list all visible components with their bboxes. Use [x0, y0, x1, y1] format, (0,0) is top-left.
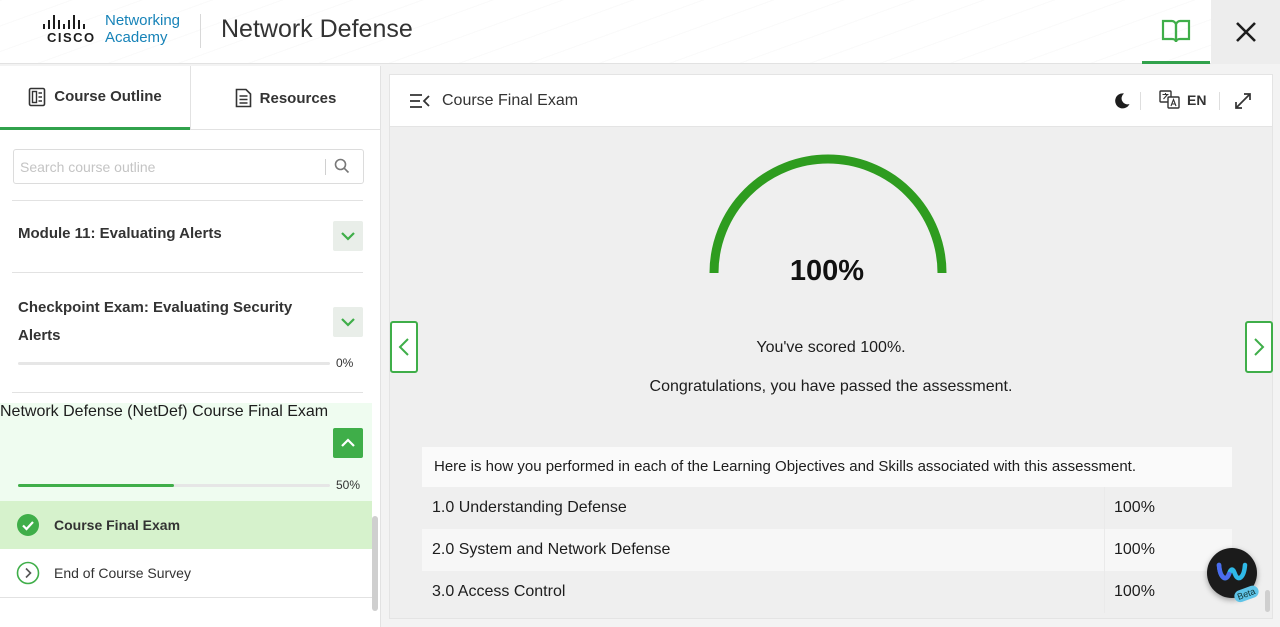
content-scrollbar[interactable] — [1265, 590, 1270, 612]
check-circle-icon — [17, 514, 39, 536]
module-item-checkpoint[interactable]: Checkpoint Exam: Evaluating Security Ale… — [0, 272, 372, 392]
table-header: Here is how you performed in each of the… — [422, 447, 1232, 487]
toolbar-separator — [1219, 92, 1220, 110]
header-divider — [200, 14, 201, 48]
expand-fullscreen-icon[interactable] — [1234, 92, 1252, 110]
search-icon[interactable] — [334, 158, 350, 174]
outline-divider — [12, 392, 363, 393]
outline-item-end-of-course-survey[interactable]: End of Course Survey — [0, 549, 372, 597]
objective-name: 2.0 System and Network Defense — [432, 541, 671, 558]
search-separator — [325, 159, 326, 175]
score-message: You've scored 100%. — [756, 339, 906, 356]
module-item-final-exam[interactable]: Network Defense (NetDef) Course Final Ex… — [0, 403, 372, 501]
objective-score: 100% — [1114, 583, 1155, 600]
module-progress-fill — [18, 484, 174, 487]
collapse-sidebar-icon[interactable] — [409, 93, 431, 109]
objective-name: 1.0 Understanding Defense — [432, 499, 627, 516]
module-title: Checkpoint Exam: Evaluating Security Ale… — [18, 299, 293, 344]
outline-item-course-final-exam[interactable]: Course Final Exam — [0, 501, 372, 549]
expand-module-button[interactable] — [333, 307, 363, 337]
column-separator — [1104, 529, 1105, 571]
course-outline-sidebar: Course Outline Resources Module 11: Eval… — [0, 66, 381, 627]
collapse-module-button[interactable] — [333, 428, 363, 458]
module-progress-bar — [18, 484, 330, 487]
objective-score: 100% — [1114, 499, 1155, 516]
performance-table: Here is how you performed in each of the… — [422, 447, 1232, 613]
book-button[interactable] — [1142, 0, 1210, 64]
pass-message: Congratulations, you have passed the ass… — [649, 378, 1013, 395]
search-input[interactable] — [20, 156, 320, 178]
academy-wordmark: Networking Academy — [105, 12, 180, 46]
module-title: Network Defense (NetDef) Course Final Ex… — [0, 403, 329, 420]
tab-course-outline-label: Course Outline — [54, 88, 162, 105]
column-separator — [1104, 487, 1105, 529]
module-progress-label: 0% — [336, 356, 354, 370]
score-value: 100% — [789, 255, 865, 287]
outline-item-label: End of Course Survey — [54, 565, 191, 581]
webex-assistant-button[interactable]: Beta — [1207, 548, 1261, 604]
module-progress-label: 50% — [336, 478, 361, 492]
brand-line-1: Networking — [105, 12, 181, 29]
tab-course-outline[interactable]: Course Outline — [0, 66, 190, 130]
app-header: CISCO Networking Academy Network Defense — [0, 0, 1280, 64]
table-row: 1.0 Understanding Defense 100% — [422, 487, 1232, 529]
outline-item-label: Course Final Exam — [54, 517, 181, 533]
translate-icon[interactable] — [1159, 90, 1181, 110]
table-row: 3.0 Access Control 100% — [422, 571, 1232, 613]
chevron-up-icon — [341, 438, 355, 447]
chevron-left-icon — [398, 338, 409, 356]
expand-module-button[interactable] — [333, 221, 363, 251]
outline-icon — [28, 87, 46, 106]
close-button[interactable] — [1211, 0, 1280, 64]
objective-score: 100% — [1114, 541, 1155, 558]
cisco-wordmark: CISCO — [47, 30, 96, 45]
open-book-icon — [1161, 19, 1191, 42]
previous-button[interactable] — [390, 321, 418, 373]
assessment-panel: Course Final Exam EN 100% You've scored … — [389, 74, 1273, 619]
column-separator — [1104, 571, 1105, 613]
cisco-bars-icon — [43, 15, 85, 29]
chevron-down-icon — [341, 232, 355, 241]
table-row: 2.0 System and Network Defense 100% — [422, 529, 1232, 571]
module-item-11[interactable]: Module 11: Evaluating Alerts — [0, 200, 372, 272]
language-selector[interactable]: EN — [1187, 92, 1206, 108]
module-title: Module 11: Evaluating Alerts — [18, 225, 222, 242]
webex-icon — [1216, 562, 1248, 581]
toolbar-separator — [1140, 92, 1141, 110]
document-icon — [235, 88, 251, 108]
chevron-right-circle-icon — [16, 561, 40, 585]
module-progress-bar — [18, 362, 330, 365]
cisco-networking-academy-logo[interactable]: CISCO Networking Academy — [43, 12, 193, 52]
tab-resources[interactable]: Resources — [190, 66, 380, 130]
sidebar-tabs: Course Outline Resources — [0, 66, 380, 130]
close-icon — [1235, 22, 1256, 42]
tab-resources-label: Resources — [259, 89, 337, 107]
objective-name: 3.0 Access Control — [432, 583, 566, 600]
outline-divider — [0, 597, 372, 598]
brand-line-2: Academy — [105, 29, 168, 46]
sidebar-scrollbar[interactable] — [372, 516, 378, 611]
chevron-down-icon — [341, 318, 355, 327]
chevron-right-icon — [1254, 338, 1265, 356]
search-box — [13, 149, 364, 184]
next-button[interactable] — [1245, 321, 1273, 373]
content-toolbar: Course Final Exam EN — [390, 75, 1272, 127]
dark-mode-moon-icon[interactable] — [1113, 92, 1131, 110]
page-title: Network Defense — [221, 15, 413, 43]
content-title: Course Final Exam — [442, 92, 579, 109]
